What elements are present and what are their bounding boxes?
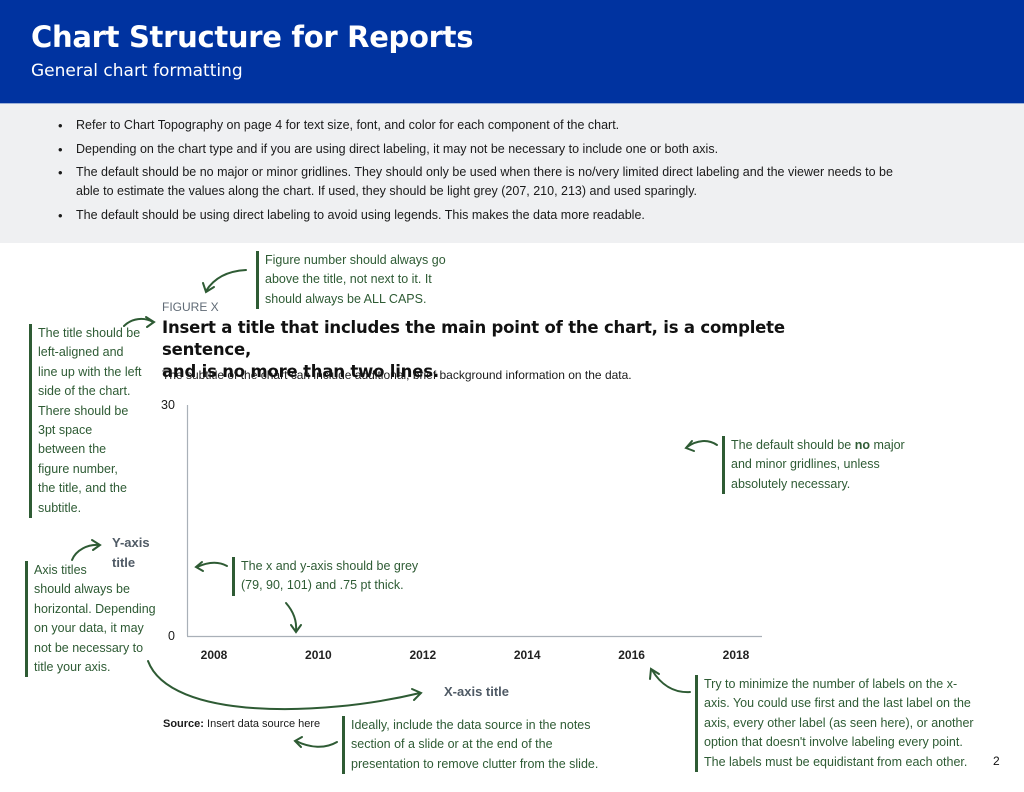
- guideline-item: Depending on the chart type and if you a…: [58, 139, 976, 160]
- source-note: Source: Insert data source here: [163, 718, 321, 730]
- x-axis-title: X-axis title: [444, 684, 510, 699]
- x-tick-label: 2016: [618, 648, 645, 662]
- arrow-icon: [196, 561, 228, 568]
- chart-subtitle: The subtitle of the chart can include ad…: [162, 368, 632, 382]
- page-title: Chart Structure for Reports: [31, 20, 474, 54]
- arrow-icon: [651, 669, 691, 694]
- page-subtitle: General chart formatting: [31, 61, 243, 81]
- annotation-axis-color: The x and y-axis should be grey (79, 90,…: [232, 557, 452, 596]
- arrow-icon: [194, 561, 204, 572]
- guideline-item: The default should be using direct label…: [58, 205, 976, 226]
- x-tick-label: 2008: [200, 648, 228, 662]
- arrow-icon: [411, 688, 423, 701]
- x-tick-label: 2012: [409, 648, 437, 662]
- annotation-title-alignment: The title should be left-aligned and lin…: [29, 324, 159, 519]
- page-header: Chart Structure for Reports General char…: [0, 0, 1024, 103]
- annotation-source: Ideally, include the data source in the …: [342, 716, 642, 775]
- x-tick-label: 2018: [722, 648, 750, 662]
- guidelines-list: Refer to Chart Topography on page 4 for …: [58, 115, 976, 228]
- page-number: 2: [993, 754, 1000, 768]
- arrow-icon: [205, 269, 247, 292]
- guideline-item: Refer to Chart Topography on page 4 for …: [58, 115, 976, 136]
- arrow-icon: [295, 740, 338, 748]
- annotation-axis-titles: Axis titles should always be horizontal.…: [25, 561, 170, 678]
- arrow-icon: [293, 736, 303, 748]
- arrow-icon: [290, 624, 302, 634]
- guideline-item: The default should be no major or minor …: [58, 162, 976, 202]
- guidelines-panel: Refer to Chart Topography on page 4 for …: [0, 103, 1024, 243]
- y-tick-label: 30: [161, 398, 175, 412]
- arrow-icon: [91, 539, 102, 551]
- arrow-icon: [71, 543, 100, 561]
- arrow-icon: [684, 440, 695, 452]
- arrow-icon: [147, 660, 421, 711]
- arrow-icon: [202, 282, 215, 294]
- figure-number: FIGURE X: [162, 300, 219, 314]
- x-tick-label: 2010: [305, 648, 332, 662]
- annotation-figure-number: Figure number should always go above the…: [256, 251, 486, 310]
- x-tick-label: 2014: [513, 648, 541, 662]
- annotation-x-labels: Try to minimize the number of labels on …: [695, 675, 995, 773]
- arrow-icon: [649, 667, 660, 680]
- arrow-icon: [686, 440, 718, 448]
- arrow-icon: [285, 602, 298, 632]
- annotation-gridlines: The default should be no major and minor…: [722, 436, 952, 495]
